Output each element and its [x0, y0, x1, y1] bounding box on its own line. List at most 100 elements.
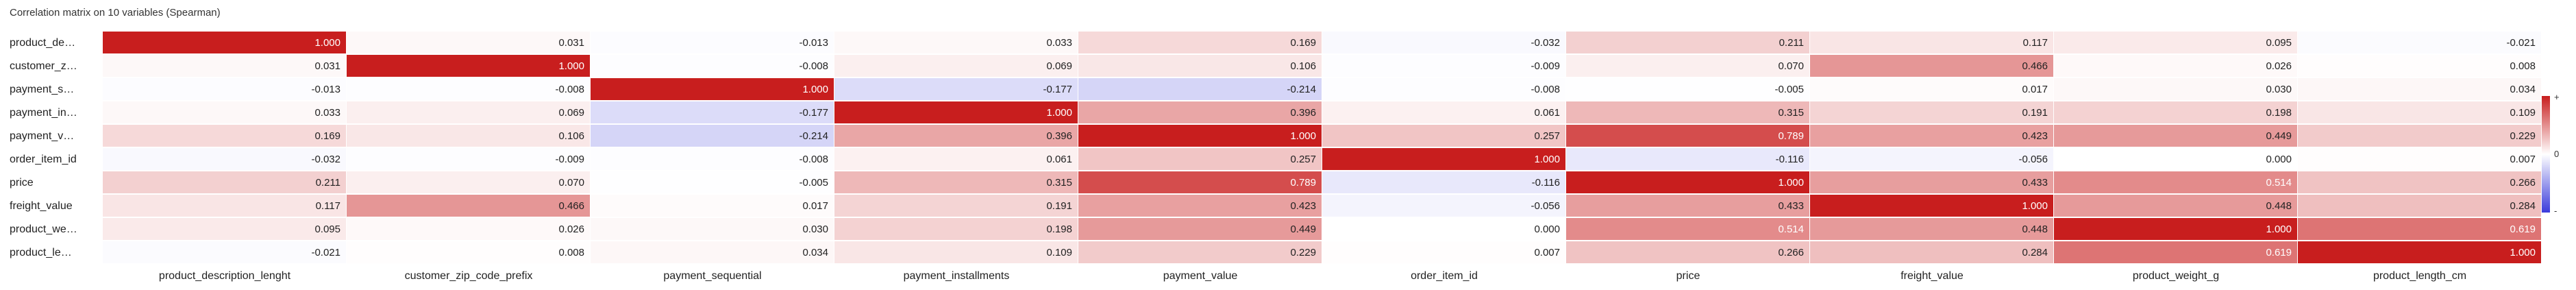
heatmap-cell: 0.191 [1810, 101, 2054, 124]
heatmap-cell: 0.789 [1566, 125, 1810, 147]
heatmap-cell: 0.514 [2054, 171, 2298, 194]
heatmap-cell: 0.070 [347, 171, 591, 194]
heatmap-cell: -0.056 [1322, 195, 1566, 217]
heatmap-cell: 0.198 [2054, 101, 2298, 124]
column-label: price [1676, 270, 1700, 282]
heatmap-cell: 0.466 [347, 195, 591, 217]
heatmap-cell: 0.396 [1078, 101, 1322, 124]
heatmap-cell: -0.013 [103, 78, 347, 101]
heatmap-cell: 0.007 [2298, 148, 2542, 171]
heatmap-cell: 0.266 [1566, 241, 1810, 264]
heatmap-cell: 0.423 [1078, 195, 1322, 217]
heatmap-cell: -0.032 [1322, 32, 1566, 54]
heatmap-cell: 0.000 [2054, 148, 2298, 171]
heatmap-cell: -0.008 [591, 55, 834, 77]
heatmap-cell: 0.026 [2054, 55, 2298, 77]
heatmap-cell: -0.021 [103, 241, 347, 264]
heatmap-cell: 0.070 [1566, 55, 1810, 77]
heatmap-cell: 0.109 [2298, 101, 2542, 124]
heatmap-cell: 0.008 [2298, 55, 2542, 77]
legend-zero-label: 0 [2554, 149, 2560, 159]
heatmap-cell: -0.056 [1810, 148, 2054, 171]
heatmap-cell: 0.619 [2054, 241, 2298, 264]
heatmap-cell: 1.000 [2298, 241, 2542, 264]
heatmap-cell: -0.009 [347, 148, 591, 171]
legend-min-label: - [2554, 206, 2558, 216]
heatmap-cell: 0.448 [1810, 218, 2054, 241]
heatmap-cell: -0.177 [591, 101, 834, 124]
column-label: order_item_id [1411, 270, 1478, 282]
heatmap-cell: 0.000 [1322, 218, 1566, 241]
heatmap-cell: -0.177 [834, 78, 1078, 101]
heatmap-cell: 0.619 [2298, 218, 2542, 241]
column-label: payment_installments [903, 270, 1010, 282]
heatmap-cell: 0.191 [834, 195, 1078, 217]
heatmap-cell: 0.433 [1810, 171, 2054, 194]
heatmap-cell: -0.116 [1322, 171, 1566, 194]
heatmap-cell: -0.021 [2298, 32, 2542, 54]
column-label: customer_zip_code_prefix [404, 270, 533, 282]
heatmap-cell: -0.214 [1078, 78, 1322, 101]
heatmap-cell: 0.031 [347, 32, 591, 54]
heatmap-cell: 0.211 [1566, 32, 1810, 54]
heatmap-cell: 0.034 [591, 241, 834, 264]
row-label: product_de… [10, 37, 76, 49]
heatmap-cell: 1.000 [1322, 148, 1566, 171]
heatmap-cell: 0.061 [834, 148, 1078, 171]
heatmap-cell: -0.005 [1566, 78, 1810, 101]
heatmap-cell: 0.169 [103, 125, 347, 147]
legend-max-label: + [2554, 92, 2560, 102]
heatmap-cell: 0.069 [834, 55, 1078, 77]
heatmap-cell: 0.211 [103, 171, 347, 194]
heatmap-cell: 0.466 [1810, 55, 2054, 77]
heatmap-cell: 0.257 [1078, 148, 1322, 171]
heatmap-cell: 0.030 [2054, 78, 2298, 101]
heatmap-cell: 0.033 [834, 32, 1078, 54]
heatmap-cell: 0.008 [347, 241, 591, 264]
column-label: payment_sequential [663, 270, 762, 282]
heatmap-cell: 0.284 [1810, 241, 2054, 264]
heatmap-cell: 1.000 [1566, 171, 1810, 194]
heatmap-cell: 0.117 [1810, 32, 2054, 54]
heatmap-cell: 0.229 [1078, 241, 1322, 264]
heatmap-cell: 0.007 [1322, 241, 1566, 264]
heatmap-cell: 0.448 [2054, 195, 2298, 217]
heatmap-cell: 0.198 [834, 218, 1078, 241]
row-label: order_item_id [10, 154, 77, 165]
heatmap-cell: 0.257 [1322, 125, 1566, 147]
heatmap-cell: 1.000 [1078, 125, 1322, 147]
heatmap-cell: 0.033 [103, 101, 347, 124]
heatmap-cell: 0.106 [1078, 55, 1322, 77]
heatmap-cell: 0.169 [1078, 32, 1322, 54]
heatmap-cell: 0.449 [1078, 218, 1322, 241]
heatmap-cell: -0.013 [591, 32, 834, 54]
heatmap-cell: -0.005 [591, 171, 834, 194]
heatmap-cell: 1.000 [103, 32, 347, 54]
chart-title: Correlation matrix on 10 variables (Spea… [10, 7, 221, 19]
row-label: product_le… [10, 247, 72, 258]
heatmap-cell: 0.030 [591, 218, 834, 241]
row-label: payment_s… [10, 84, 75, 95]
heatmap-cell: 0.069 [347, 101, 591, 124]
heatmap-cell: 0.017 [591, 195, 834, 217]
row-label: customer_z… [10, 60, 77, 72]
row-label: payment_in… [10, 107, 77, 119]
row-label: price [10, 177, 34, 189]
heatmap-cell: 1.000 [1810, 195, 2054, 217]
heatmap-cell: -0.009 [1322, 55, 1566, 77]
heatmap-cell: 0.106 [347, 125, 591, 147]
heatmap-cell: 0.423 [1810, 125, 2054, 147]
legend-gradient-bar [2542, 96, 2550, 213]
heatmap-cell: 0.315 [834, 171, 1078, 194]
heatmap-cell: 1.000 [834, 101, 1078, 124]
column-label: freight_value [1900, 270, 1964, 282]
heatmap-cell: 0.229 [2298, 125, 2542, 147]
heatmap-cell: -0.032 [103, 148, 347, 171]
heatmap-cell: -0.008 [1322, 78, 1566, 101]
row-label: payment_v… [10, 130, 75, 142]
heatmap-cell: 0.117 [103, 195, 347, 217]
heatmap-cell: -0.214 [591, 125, 834, 147]
heatmap-cell: 1.000 [591, 78, 834, 101]
heatmap-cell: 0.396 [834, 125, 1078, 147]
heatmap-cell: 0.449 [2054, 125, 2298, 147]
